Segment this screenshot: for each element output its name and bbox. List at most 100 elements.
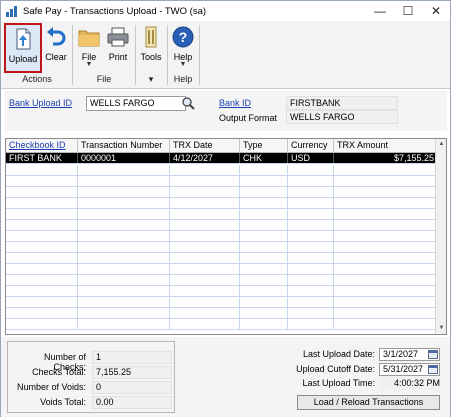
tools-button[interactable]: Tools [138, 23, 164, 73]
calendar-icon[interactable] [428, 365, 438, 374]
empty-cell [170, 209, 240, 219]
column-header-checkbook-id[interactable]: Checkbook ID [6, 139, 78, 152]
empty-table-row[interactable] [6, 220, 436, 231]
upload-button[interactable]: Upload [4, 23, 42, 73]
empty-table-row[interactable] [6, 297, 436, 308]
ribbon-divider [72, 25, 73, 85]
empty-cell [6, 220, 78, 230]
empty-table-row[interactable] [6, 264, 436, 275]
empty-cell [334, 319, 436, 329]
empty-cell [170, 297, 240, 307]
empty-table-row[interactable] [6, 198, 436, 209]
cell-trx-amount: $7,155.25 [393, 153, 434, 163]
empty-cell [334, 176, 436, 186]
empty-cell [78, 308, 170, 318]
empty-cell [240, 165, 288, 175]
column-header-trx-amount: TRX Amount [337, 140, 389, 150]
empty-table-row[interactable] [6, 209, 436, 220]
empty-cell [6, 286, 78, 296]
column-header-transaction-number: Transaction Number [78, 139, 170, 152]
help-dropdown-icon: ▼ [179, 61, 187, 68]
empty-table-row[interactable] [6, 231, 436, 242]
empty-cell [334, 308, 436, 318]
empty-table-row[interactable] [6, 165, 436, 176]
scroll-up-icon[interactable]: ▲ [436, 139, 446, 150]
empty-cell [334, 209, 436, 219]
transactions-grid[interactable]: Checkbook ID Transaction Number TRX Date… [5, 138, 447, 335]
scroll-down-icon[interactable]: ▼ [436, 323, 446, 334]
empty-cell [78, 176, 170, 186]
empty-cell [334, 253, 436, 263]
empty-cell [6, 176, 78, 186]
maximize-button[interactable]: ☐ [394, 1, 422, 21]
cell-trx-date: 4/12/2027 [170, 153, 240, 163]
window-title: Safe Pay - Transactions Upload - TWO (sa… [23, 5, 207, 17]
actions-group-label: Actions [22, 74, 52, 84]
empty-cell [240, 264, 288, 274]
file-group-label: File [96, 74, 112, 84]
help-button[interactable]: ? Help ▼ [170, 23, 196, 73]
bank-upload-id-field[interactable]: WELLS FARGO [86, 96, 186, 111]
empty-cell [288, 187, 334, 197]
empty-cell [334, 286, 436, 296]
voids-total-value: 0.00 [92, 396, 172, 409]
empty-table-row[interactable] [6, 275, 436, 286]
empty-cell [170, 319, 240, 329]
empty-table-row[interactable] [6, 253, 436, 264]
table-row[interactable]: FIRST BANK 0000001 4/12/2027 CHK USD $7,… [6, 153, 436, 164]
empty-cell [78, 297, 170, 307]
empty-cell [334, 220, 436, 230]
empty-table-row[interactable] [6, 242, 436, 253]
upload-label: Upload [8, 54, 38, 64]
checks-total-value: 7,155.25 [92, 366, 172, 379]
upload-cutoff-date-value: 5/31/2027 [383, 364, 424, 374]
grid-vertical-scrollbar[interactable]: ▲ ▼ [435, 139, 446, 334]
empty-table-row[interactable] [6, 176, 436, 187]
print-label: Print [108, 52, 128, 62]
last-upload-date-field[interactable]: 3/1/2027 [379, 348, 440, 361]
empty-table-row[interactable] [6, 187, 436, 198]
empty-cell [288, 297, 334, 307]
clear-button[interactable]: Clear [43, 23, 69, 73]
minimize-button[interactable]: — [366, 1, 394, 21]
empty-cell [6, 275, 78, 285]
empty-cell [240, 176, 288, 186]
column-header-trx-date: TRX Date [170, 139, 240, 152]
cell-checkbook-id: FIRST BANK [6, 153, 78, 163]
empty-cell [78, 242, 170, 252]
print-button[interactable]: Print [104, 23, 132, 73]
empty-cell [170, 242, 240, 252]
empty-cell [240, 286, 288, 296]
upload-cutoff-date-field[interactable]: 5/31/2027 [379, 363, 440, 376]
file-button[interactable]: File ▼ [76, 23, 102, 73]
empty-cell [170, 275, 240, 285]
last-upload-date-label: Last Upload Date: [302, 349, 375, 359]
empty-cell [288, 319, 334, 329]
bank-id-link[interactable]: Bank ID [219, 98, 251, 108]
close-button[interactable]: ✕ [422, 1, 450, 21]
empty-cell [288, 231, 334, 241]
voids-total-label: Voids Total: [40, 397, 86, 407]
empty-table-row[interactable] [6, 308, 436, 319]
lookup-magnifier-icon[interactable] [181, 96, 196, 111]
ribbon-divider [135, 25, 136, 85]
title-bar: Safe Pay - Transactions Upload - TWO (sa… [1, 1, 450, 21]
empty-cell [288, 253, 334, 263]
empty-cell [240, 253, 288, 263]
footer-panel: Number of Checks: 1 Checks Total: 7,155.… [1, 337, 450, 417]
last-upload-time-value: 4:00:32 PM [379, 377, 440, 390]
help-group-label: Help [173, 74, 193, 84]
empty-cell [334, 242, 436, 252]
load-reload-transactions-button[interactable]: Load / Reload Transactions [297, 395, 440, 410]
empty-table-row[interactable] [6, 319, 436, 330]
summary-box: Number of Checks: 1 Checks Total: 7,155.… [7, 341, 175, 413]
empty-table-row[interactable] [6, 286, 436, 297]
ribbon-divider [167, 25, 168, 85]
bank-upload-id-link[interactable]: Bank Upload ID [9, 98, 72, 108]
empty-cell [78, 253, 170, 263]
empty-cell [6, 209, 78, 219]
calendar-icon[interactable] [428, 350, 438, 359]
upload-icon [11, 27, 35, 51]
tools-group-dropdown-icon[interactable]: ▾ [138, 74, 164, 85]
checks-total-label: Checks Total: [32, 367, 86, 377]
